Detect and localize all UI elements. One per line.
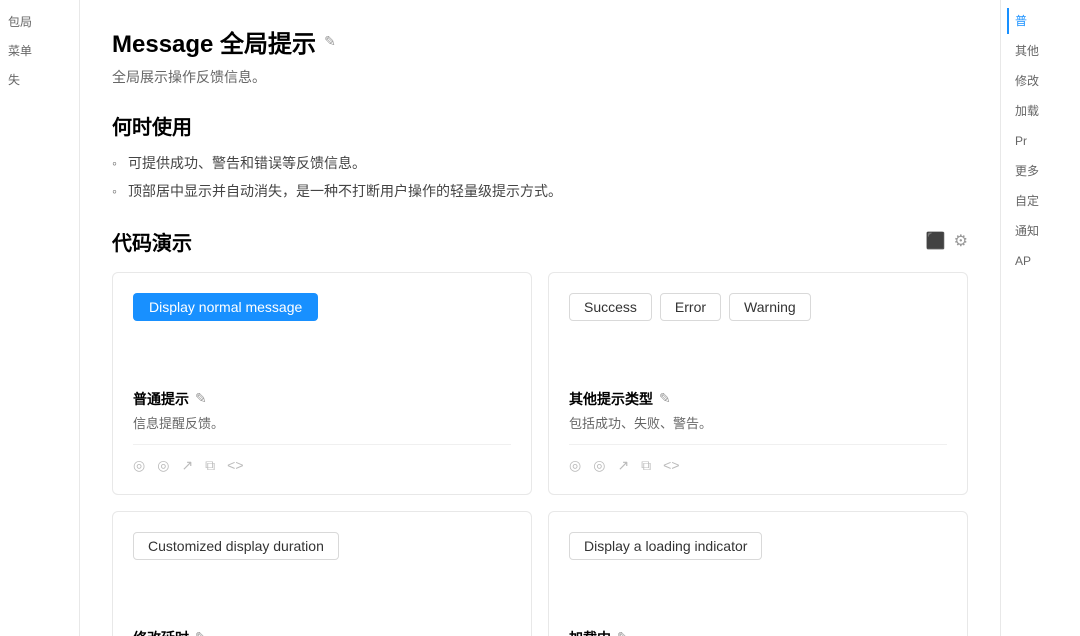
card2-icon-3[interactable]: ↗	[617, 457, 629, 474]
success-button[interactable]: Success	[569, 293, 652, 321]
card-normal-message: Display normal message 普通提示 ✎ 信息提醒反馈。 ◎ …	[112, 272, 532, 495]
right-sidebar: 普 其他 修改 加载 Pr 更多 自定 通知 AP	[1000, 0, 1080, 636]
card3-label-row: 修改延时 ✎	[133, 628, 511, 636]
card-custom-duration: Customized display duration 修改延时 ✎ 自定义时长…	[112, 511, 532, 636]
card2-desc: 包括成功、失败、警告。	[569, 413, 947, 432]
card1-icon-3[interactable]: ↗	[181, 457, 193, 474]
demo-section-header: 代码演示 ⬛ ⚙	[112, 227, 968, 256]
right-sidebar-item-modify[interactable]: 修改	[1007, 68, 1074, 94]
right-sidebar-item-more[interactable]: 更多	[1007, 158, 1074, 184]
card2-content: Success Error Warning	[569, 293, 947, 373]
card1-edit-icon[interactable]: ✎	[195, 390, 207, 407]
card2-icon-2[interactable]: ◎	[593, 457, 605, 474]
main-content: Message 全局提示 ✎ 全局展示操作反馈信息。 何时使用 可提供成功、警告…	[80, 0, 1000, 636]
demo-settings-icon[interactable]: ⚙	[954, 231, 968, 251]
customized-duration-button[interactable]: Customized display duration	[133, 532, 339, 560]
right-sidebar-item-normal[interactable]: 普	[1007, 8, 1074, 34]
when-to-use-list: 可提供成功、警告和错误等反馈信息。 顶部居中显示并自动消失，是一种不打断用户操作…	[112, 152, 968, 203]
card1-footer: ◎ ◎ ↗ ⧉ <>	[133, 444, 511, 474]
card1-label: 普通提示	[133, 389, 189, 409]
card4-content: Display a loading indicator	[569, 532, 947, 612]
demo-expand-icon[interactable]: ⬛	[926, 231, 946, 251]
right-sidebar-item-other[interactable]: 其他	[1007, 38, 1074, 64]
card2-button-group: Success Error Warning	[569, 293, 811, 321]
card3-edit-icon[interactable]: ✎	[195, 629, 207, 636]
demo-icons: ⬛ ⚙	[926, 231, 968, 251]
card1-desc: 信息提醒反馈。	[133, 413, 511, 432]
card1-label-row: 普通提示 ✎	[133, 389, 511, 409]
card4-edit-icon[interactable]: ✎	[617, 629, 629, 636]
page-title: Message 全局提示	[112, 24, 316, 59]
page-subtitle: 全局展示操作反馈信息。	[112, 67, 968, 87]
card1-content: Display normal message	[133, 293, 511, 373]
cards-grid: Display normal message 普通提示 ✎ 信息提醒反馈。 ◎ …	[112, 272, 968, 636]
card3-content: Customized display duration	[133, 532, 511, 612]
bullet-item-1: 可提供成功、警告和错误等反馈信息。	[112, 152, 968, 174]
sidebar-item-shi[interactable]: 失	[0, 66, 79, 95]
loading-indicator-button[interactable]: Display a loading indicator	[569, 532, 762, 560]
right-sidebar-item-notify[interactable]: 通知	[1007, 218, 1074, 244]
card2-icon-5[interactable]: <>	[663, 457, 679, 473]
page-title-edit-icon[interactable]: ✎	[324, 33, 336, 50]
display-normal-message-button[interactable]: Display normal message	[133, 293, 318, 321]
card2-label: 其他提示类型	[569, 389, 653, 409]
card4-label: 加载中	[569, 628, 611, 636]
card3-label: 修改延时	[133, 628, 189, 636]
card4-label-row: 加载中 ✎	[569, 628, 947, 636]
bullet-item-2: 顶部居中显示并自动消失，是一种不打断用户操作的轻量级提示方式。	[112, 180, 968, 202]
when-to-use-title: 何时使用	[112, 111, 968, 140]
sidebar-item-buju[interactable]: 包局	[0, 8, 79, 37]
right-sidebar-item-loading[interactable]: 加载	[1007, 98, 1074, 124]
sidebar-item-caidan[interactable]: 菜单	[0, 37, 79, 66]
card1-icon-1[interactable]: ◎	[133, 457, 145, 474]
error-button[interactable]: Error	[660, 293, 721, 321]
card-loading: Display a loading indicator 加载中 ✎ 进行全局 l…	[548, 511, 968, 636]
card-other-types: Success Error Warning 其他提示类型 ✎ 包括成功、失败、警…	[548, 272, 968, 495]
right-sidebar-item-custom[interactable]: 自定	[1007, 188, 1074, 214]
card2-footer: ◎ ◎ ↗ ⧉ <>	[569, 444, 947, 474]
page-title-row: Message 全局提示 ✎	[112, 24, 968, 59]
card1-icon-5[interactable]: <>	[227, 457, 243, 473]
card2-label-row: 其他提示类型 ✎	[569, 389, 947, 409]
card2-edit-icon[interactable]: ✎	[659, 390, 671, 407]
right-sidebar-item-pr[interactable]: Pr	[1007, 128, 1074, 154]
card1-icon-2[interactable]: ◎	[157, 457, 169, 474]
left-sidebar: 包局 菜单 失	[0, 0, 80, 636]
card2-icon-1[interactable]: ◎	[569, 457, 581, 474]
card1-icon-4[interactable]: ⧉	[205, 457, 215, 474]
card2-icon-4[interactable]: ⧉	[641, 457, 651, 474]
warning-button[interactable]: Warning	[729, 293, 811, 321]
demo-section-title: 代码演示	[112, 227, 192, 256]
right-sidebar-item-ap[interactable]: AP	[1007, 248, 1074, 274]
